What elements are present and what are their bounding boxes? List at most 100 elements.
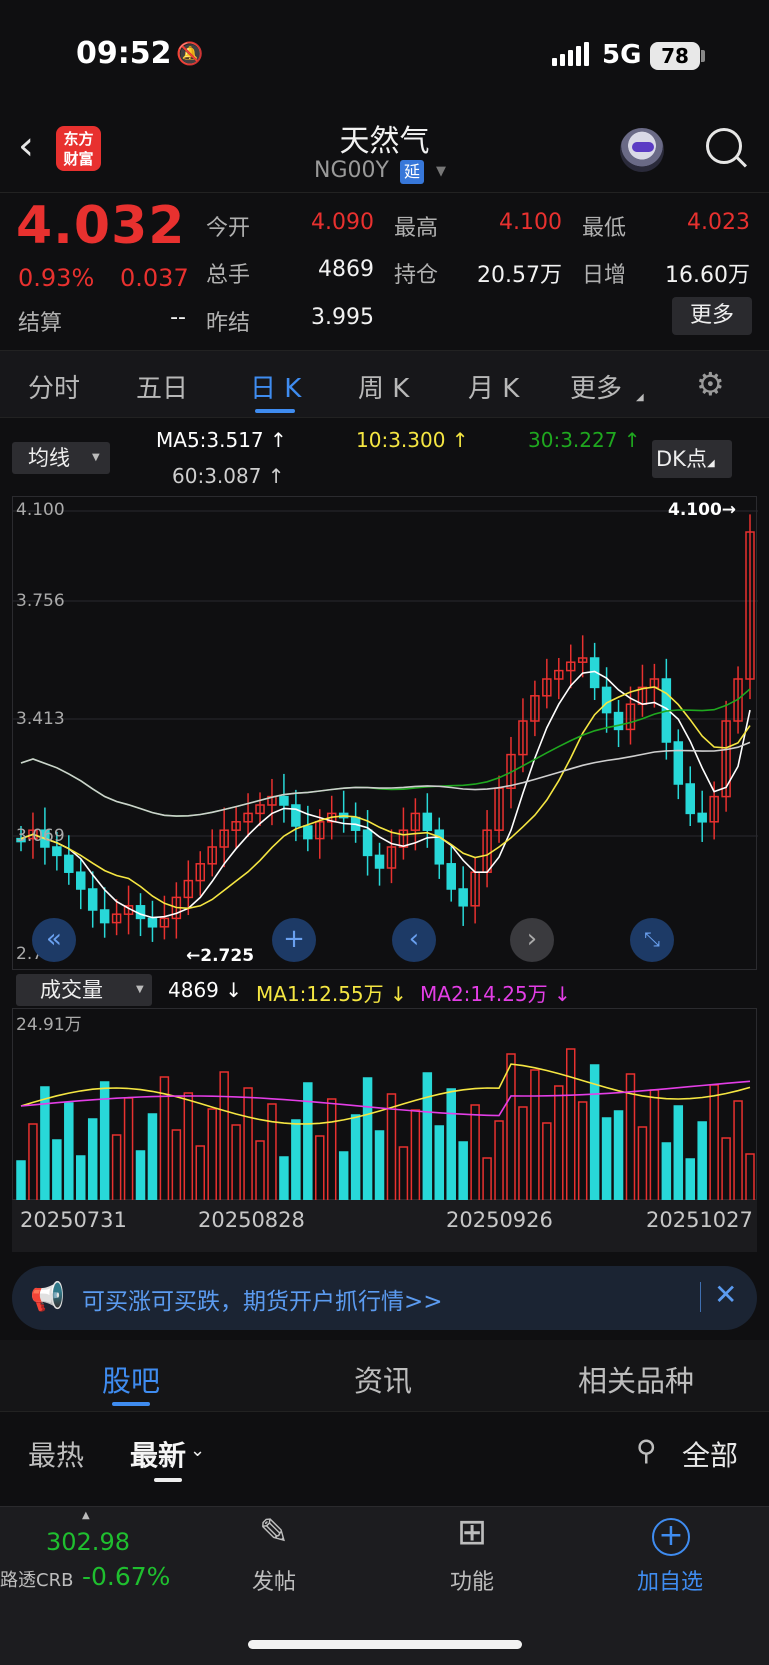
candle-body [87, 888, 98, 911]
volume-bar [554, 1085, 564, 1202]
settle-label: 结算 [18, 311, 63, 336]
volume-bar [733, 1100, 743, 1202]
filter-icon[interactable]: ⚲ [636, 1434, 657, 1467]
tab-related[interactable]: 相关品种 [578, 1358, 694, 1400]
tab-five-day[interactable]: 五日 [136, 368, 188, 405]
volume-bar [183, 1092, 194, 1202]
more-button[interactable]: 更多 [672, 297, 752, 335]
date-label: 20250828 [198, 1208, 305, 1232]
volume-bar [123, 1097, 134, 1202]
scroll-right-icon[interactable]: › [510, 918, 554, 962]
volume-indicator-select[interactable]: 成交量 [16, 974, 152, 1006]
zoom-in-icon[interactable]: + [272, 918, 316, 962]
volume-bar [649, 1089, 660, 1202]
volume-bar [530, 1069, 540, 1202]
candle-body [422, 812, 433, 831]
vol-ma1-line [20, 1063, 751, 1125]
volume-bar [685, 1158, 695, 1202]
battery-tip [701, 50, 705, 62]
chevron-down-icon: ▼ [136, 984, 144, 995]
prev-settle-value: 3.995 [311, 305, 374, 330]
open-label: 今开 [206, 216, 251, 241]
volume-bar [64, 1102, 74, 1202]
volume-bar [195, 1145, 206, 1202]
volume-bar [482, 1157, 492, 1202]
crb-value[interactable]: 302.98 [46, 1528, 130, 1556]
contract-symbol[interactable]: NG00Y [314, 158, 389, 183]
functions-label[interactable]: 功能 [422, 1564, 522, 1596]
volume-bar [315, 1135, 325, 1202]
candle-body [374, 854, 385, 869]
volume-bar [410, 1109, 421, 1202]
tab-daily-k[interactable]: 日 K [250, 368, 301, 405]
fullscreen-icon[interactable]: ⤡ [630, 918, 674, 962]
volume-bar [518, 1106, 528, 1202]
tab-underline [255, 409, 295, 413]
chevron-down-icon[interactable]: ⌄ [190, 1440, 205, 1461]
tab-news[interactable]: 资讯 [354, 1358, 412, 1400]
prev-settle-label: 昨结 [206, 311, 251, 336]
bell-muted-icon: 🔕 [176, 42, 204, 67]
signal-icon [552, 42, 592, 66]
settings-gear-icon[interactable]: ⚙ [696, 368, 725, 400]
volume-bar [745, 1153, 755, 1202]
tab-forum[interactable]: 股吧 [102, 1358, 160, 1400]
volume-bar [470, 1104, 480, 1202]
candle-body [279, 795, 289, 806]
filter-all[interactable]: 全部 [682, 1434, 738, 1474]
candle-body [303, 825, 313, 840]
ma60-value: 60:3.087 ↑ [172, 464, 285, 488]
volume-bar [171, 1129, 182, 1202]
tab-monthly-k[interactable]: 月 K [468, 368, 519, 405]
ma5-line [20, 670, 751, 919]
volume-bar [52, 1139, 62, 1202]
volume-bar [446, 1088, 456, 1202]
volume-svg[interactable] [13, 1009, 758, 1202]
expand-up-icon[interactable]: ▲ [82, 1510, 90, 1521]
y-label-top: 4.100 [16, 500, 65, 520]
dk-label: DK点 [656, 447, 707, 471]
grid-apps-icon[interactable]: ⊞ [442, 1512, 502, 1553]
chevron-down-icon[interactable]: ▼ [436, 164, 446, 179]
low-label: 最低 [582, 216, 627, 241]
sort-hot[interactable]: 最热 [28, 1434, 84, 1474]
volume-chart[interactable] [12, 1008, 758, 1202]
scroll-left-fast-icon[interactable]: « [32, 918, 76, 962]
crb-percent[interactable]: -0.67% [82, 1562, 170, 1591]
candle-body [446, 863, 456, 890]
volume-bar [207, 1108, 217, 1202]
volume-bar [350, 1114, 361, 1202]
chevron-down-icon: ▼ [92, 452, 100, 463]
add-watch-label[interactable]: 加自选 [620, 1564, 720, 1596]
candle-body [147, 917, 158, 928]
scroll-left-icon[interactable]: ‹ [392, 918, 436, 962]
volume-bar [374, 1130, 385, 1202]
high-marker: 4.100→ [668, 500, 737, 520]
ma10-line [20, 686, 751, 910]
close-icon[interactable]: ✕ [714, 1278, 737, 1311]
volume-bar [362, 1077, 373, 1202]
banner-text[interactable]: 可买涨可买跌，期货开户抓行情>> [82, 1282, 443, 1316]
add-circle-icon[interactable]: + [652, 1518, 690, 1556]
volume-bar [386, 1093, 397, 1202]
date-label: 20250731 [20, 1208, 127, 1232]
open-value: 4.090 [311, 210, 374, 235]
triangle-icon: ◢ [706, 458, 715, 469]
tab-more[interactable]: 更多 [570, 368, 622, 405]
volume-bar [506, 1053, 516, 1202]
volume-bar [338, 1151, 349, 1202]
dk-point-button[interactable]: DK点◢ [652, 440, 732, 478]
volume-bar [279, 1156, 289, 1202]
tab-weekly-k[interactable]: 周 K [358, 368, 409, 405]
crb-name[interactable]: 路透CRB [0, 1566, 73, 1592]
tab-intraday[interactable]: 分时 [28, 368, 80, 405]
candle-body [52, 846, 62, 857]
volume-bar [422, 1072, 433, 1202]
sort-latest[interactable]: 最新 [130, 1434, 186, 1474]
post-label[interactable]: 发帖 [224, 1564, 324, 1596]
volume-bar [255, 1140, 265, 1202]
candlestick-chart[interactable] [12, 496, 758, 971]
volume-bar [577, 1101, 588, 1202]
candlestick-svg[interactable] [13, 497, 758, 971]
compose-icon[interactable]: ✎ [244, 1512, 304, 1553]
